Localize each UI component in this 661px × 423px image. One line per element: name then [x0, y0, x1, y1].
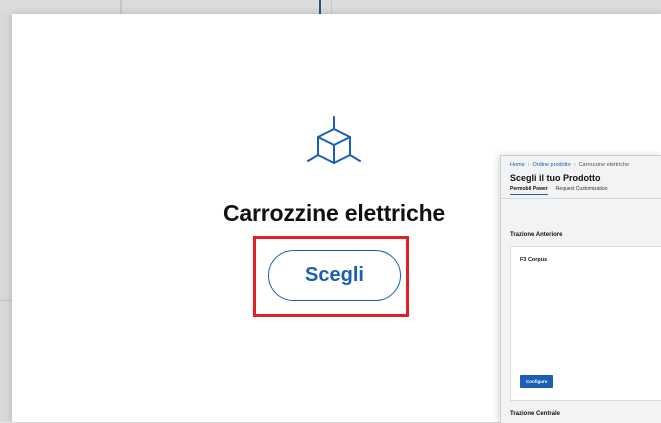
- choose-button[interactable]: Scegli: [268, 250, 401, 301]
- breadcrumb: Home › Ordine prodotto › Carrozzine elettric…: [510, 162, 629, 168]
- product-card: F3 Corpus Configure: [510, 246, 661, 401]
- breadcrumb-home[interactable]: Home: [510, 162, 525, 168]
- configure-button[interactable]: Configure: [520, 375, 554, 388]
- tab-permobil-power[interactable]: Permobil Power: [510, 186, 548, 195]
- section-title-mid-drive: Trazione Centrale: [510, 411, 561, 417]
- breadcrumb-separator: ›: [573, 162, 576, 168]
- section-title-front-drive: Trazione Anteriore: [510, 232, 563, 238]
- product-page-preview: Home › Ordine prodotto › Carrozzine elettric…: [500, 155, 661, 423]
- background-left-panel: [0, 14, 12, 422]
- background-divider: [331, 0, 332, 14]
- background-accent-divider: [319, 0, 321, 14]
- tab-request-customization[interactable]: Request Customization: [556, 186, 608, 194]
- product-card-name: F3 Corpus: [520, 257, 548, 263]
- tab-divider: [501, 198, 661, 199]
- background-divider: [120, 0, 122, 14]
- breadcrumb-current: Carrozzine elettriche: [578, 162, 630, 168]
- cube-icon: [307, 116, 361, 164]
- background-divider: [0, 300, 12, 301]
- tab-bar: Permobil Power Request Customization: [510, 186, 616, 196]
- page-title: Scegli il tuo Prodotto: [510, 173, 601, 183]
- category-title: Carrozzine elettriche: [222, 200, 446, 226]
- breadcrumb-order[interactable]: Ordine prodotto: [533, 162, 571, 168]
- breadcrumb-separator: ›: [527, 162, 530, 168]
